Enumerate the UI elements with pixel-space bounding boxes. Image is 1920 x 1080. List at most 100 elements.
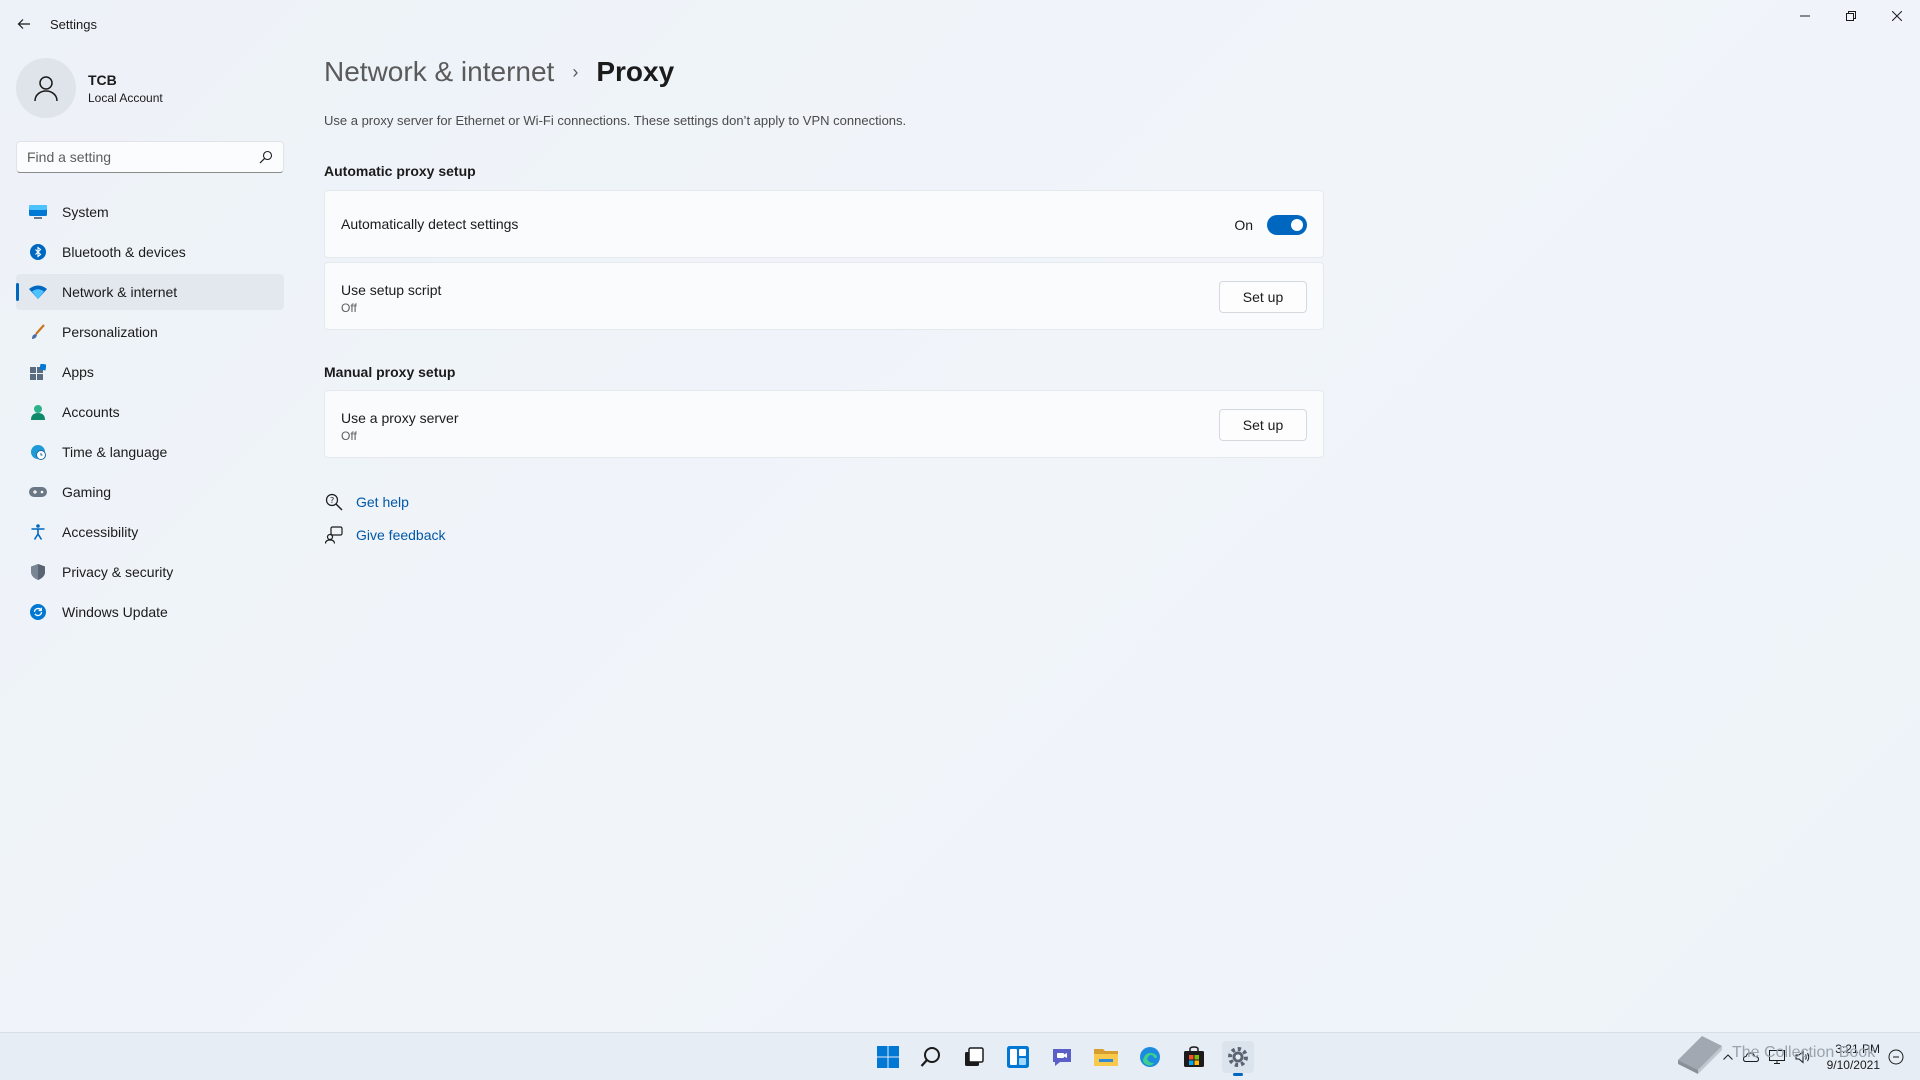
- restore-icon: [1846, 11, 1856, 21]
- start-icon: [877, 1046, 899, 1068]
- setup-script-title: Use setup script: [341, 282, 442, 298]
- back-arrow-icon: [17, 19, 30, 29]
- sidebar-nav: System Bluetooth & devices Network & int…: [16, 194, 284, 634]
- get-help-row: ? Get help: [324, 492, 409, 512]
- brush-icon: [28, 322, 48, 342]
- sidebar-item-label: Bluetooth & devices: [62, 244, 186, 260]
- auto-detect-toggle[interactable]: [1267, 215, 1307, 235]
- file-explorer-icon: [1094, 1049, 1118, 1066]
- app-title: Settings: [50, 17, 97, 32]
- close-button[interactable]: [1874, 0, 1920, 32]
- globe-clock-icon: [28, 442, 48, 462]
- sidebar-item-gaming[interactable]: Gaming: [16, 474, 284, 510]
- minimize-button[interactable]: [1782, 0, 1828, 32]
- sidebar-item-label: Accessibility: [62, 524, 139, 540]
- page-title: Proxy: [596, 56, 675, 87]
- auto-detect-card: Automatically detect settings On: [324, 190, 1324, 258]
- feedback-icon: [324, 525, 344, 545]
- proxy-server-title: Use a proxy server: [341, 410, 459, 426]
- notification-icon[interactable]: [1888, 1049, 1904, 1070]
- sidebar-item-label: Gaming: [62, 484, 112, 500]
- setup-script-setup-button[interactable]: Set up: [1219, 281, 1307, 313]
- taskbar: 3:21 PM 9/10/2021: [0, 1032, 1920, 1080]
- sidebar-item-label: Network & internet: [62, 284, 178, 300]
- person-icon: [34, 76, 58, 102]
- sidebar-item-label: System: [62, 204, 109, 220]
- toggle-knob: [1291, 219, 1303, 231]
- taskbar-search-button[interactable]: [915, 1041, 947, 1073]
- search-input[interactable]: [27, 149, 259, 165]
- auto-detect-title: Automatically detect settings: [341, 216, 519, 232]
- settings-taskbar-button[interactable]: [1222, 1041, 1254, 1076]
- book-logo-icon: [1672, 1030, 1726, 1080]
- bluetooth-icon: [28, 242, 48, 262]
- wifi-icon: [28, 282, 48, 302]
- give-feedback-link[interactable]: Give feedback: [356, 527, 446, 543]
- section-title-manual: Manual proxy setup: [324, 364, 456, 380]
- breadcrumb: Network & internet › Proxy: [324, 56, 674, 88]
- widgets-icon: [1007, 1046, 1029, 1068]
- search-icon[interactable]: [259, 150, 273, 164]
- sidebar-item-accounts[interactable]: Accounts: [16, 394, 284, 430]
- sidebar-item-label: Personalization: [62, 324, 158, 340]
- widgets-button[interactable]: [1002, 1041, 1034, 1073]
- avatar: [16, 58, 76, 118]
- breadcrumb-parent-link[interactable]: Network & internet: [324, 56, 554, 88]
- search-box: [16, 141, 284, 173]
- toggle-state-label: On: [1234, 217, 1253, 233]
- sidebar-item-system[interactable]: System: [16, 194, 284, 230]
- user-profile[interactable]: TCB Local Account: [16, 56, 163, 120]
- setup-script-card: Use setup script Off Set up: [324, 262, 1324, 330]
- start-button[interactable]: [872, 1041, 904, 1073]
- proxy-server-setup-button[interactable]: Set up: [1219, 409, 1307, 441]
- sidebar-item-apps[interactable]: Apps: [16, 354, 284, 390]
- sidebar-item-network[interactable]: Network & internet: [16, 274, 284, 310]
- sidebar-item-accessibility[interactable]: Accessibility: [16, 514, 284, 550]
- sidebar-item-personalization[interactable]: Personalization: [16, 314, 284, 350]
- sidebar-item-label: Privacy & security: [62, 564, 174, 580]
- update-icon: [28, 602, 48, 622]
- sidebar-item-label: Accounts: [62, 404, 120, 420]
- sidebar-item-privacy-security[interactable]: Privacy & security: [16, 554, 284, 590]
- edge-button[interactable]: [1134, 1041, 1166, 1073]
- apps-icon: [28, 362, 48, 382]
- setup-script-status: Off: [341, 301, 357, 315]
- settings-icon: [1228, 1047, 1248, 1067]
- store-button[interactable]: [1178, 1041, 1210, 1073]
- auto-detect-toggle-group: On: [1234, 215, 1307, 235]
- person-icon: [28, 402, 48, 422]
- minimize-icon: [1800, 15, 1810, 17]
- chevron-right-icon: ›: [572, 61, 579, 82]
- accessibility-icon: [28, 522, 48, 542]
- sidebar-item-bluetooth[interactable]: Bluetooth & devices: [16, 234, 284, 270]
- svg-text:?: ?: [330, 496, 334, 505]
- gamepad-icon: [28, 482, 48, 502]
- active-app-indicator: [1233, 1073, 1243, 1076]
- restore-button[interactable]: [1828, 0, 1874, 32]
- page-description: Use a proxy server for Ethernet or Wi-Fi…: [324, 113, 907, 128]
- shield-icon: [28, 562, 48, 582]
- title-bar: Settings: [0, 0, 1920, 48]
- sidebar-item-label: Apps: [62, 364, 94, 380]
- store-icon: [1184, 1046, 1204, 1067]
- task-view-button[interactable]: [958, 1041, 990, 1073]
- file-explorer-button[interactable]: [1090, 1041, 1122, 1073]
- sidebar-item-label: Time & language: [62, 444, 168, 460]
- chat-icon: [1053, 1049, 1071, 1066]
- profile-account-type: Local Account: [88, 90, 163, 105]
- close-icon: [1892, 11, 1902, 21]
- help-icon: ?: [324, 492, 344, 512]
- edge-icon: [1140, 1047, 1160, 1067]
- profile-name: TCB: [88, 71, 117, 88]
- watermark-text: The Collection Book: [1732, 1044, 1876, 1061]
- sidebar-item-time-language[interactable]: Time & language: [16, 434, 284, 470]
- get-help-link[interactable]: Get help: [356, 494, 409, 510]
- proxy-server-card: Use a proxy server Off Set up: [324, 390, 1324, 458]
- sidebar-item-windows-update[interactable]: Windows Update: [16, 594, 284, 630]
- search-icon: [920, 1047, 940, 1067]
- back-button[interactable]: [12, 12, 36, 36]
- proxy-server-status: Off: [341, 429, 357, 443]
- sidebar-item-label: Windows Update: [62, 604, 168, 620]
- give-feedback-row: Give feedback: [324, 525, 446, 545]
- chat-button[interactable]: [1046, 1041, 1078, 1073]
